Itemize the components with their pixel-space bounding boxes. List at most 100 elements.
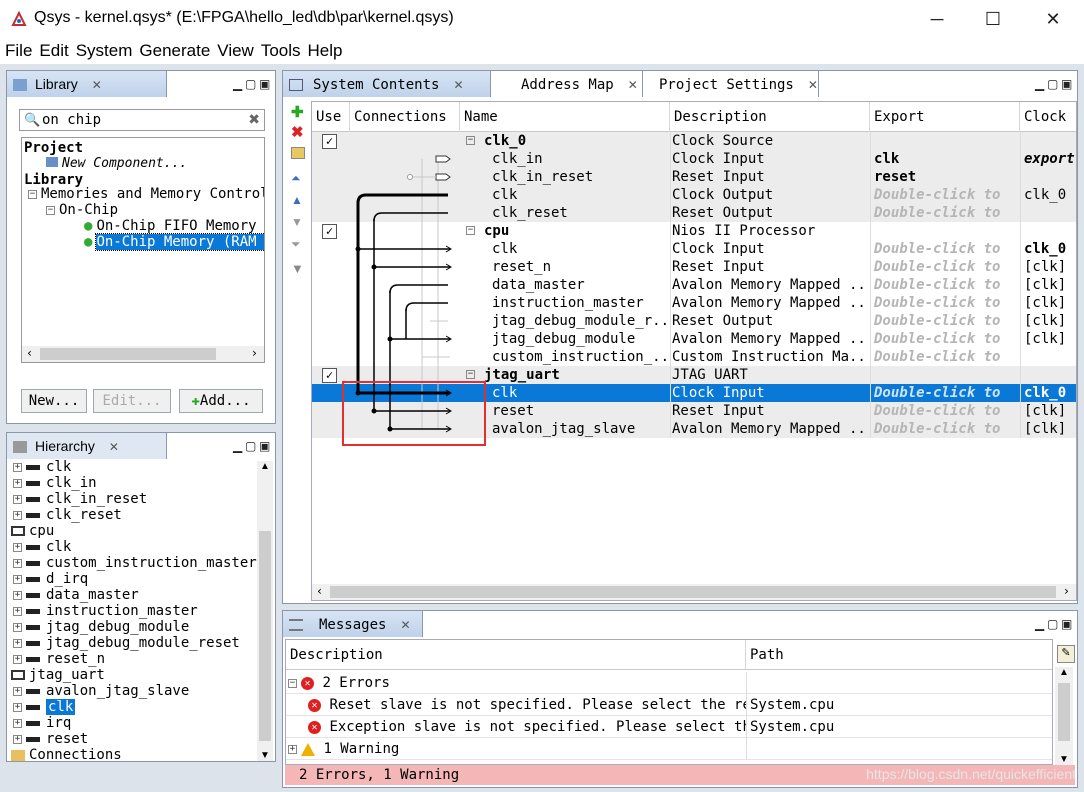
edit-icon[interactable] bbox=[291, 147, 305, 159]
tab-library[interactable]: Library ✕ bbox=[7, 71, 167, 97]
row-clock[interactable]: [clk] bbox=[1024, 402, 1076, 420]
scroll-thumb[interactable] bbox=[330, 586, 1056, 598]
tab-address-map[interactable]: Address Map ✕ bbox=[491, 71, 643, 97]
move-up-icon[interactable]: ▲ bbox=[291, 193, 303, 207]
collapse-icon[interactable]: − bbox=[288, 678, 297, 688]
tab-hierarchy[interactable]: Hierarchy ✕ bbox=[7, 433, 167, 459]
maximize-view-icon[interactable]: ▢ bbox=[1047, 617, 1058, 631]
hierarchy-item[interactable]: + jtag_debug_module_reset bbox=[13, 635, 240, 651]
row-export[interactable]: Double-click to bbox=[874, 312, 1018, 330]
hierarchy-item[interactable]: + clk bbox=[13, 699, 76, 715]
close-icon[interactable]: ✕ bbox=[808, 78, 818, 92]
message-row[interactable]: ✕ Reset slave is not specified. Please s… bbox=[286, 694, 1052, 716]
scroll-down-icon[interactable]: ▼ bbox=[1059, 754, 1069, 765]
row-export[interactable]: Double-click to bbox=[874, 402, 1018, 420]
message-row[interactable]: ✕ Exception slave is not specified. Plea… bbox=[286, 716, 1052, 738]
row-clock[interactable] bbox=[1024, 348, 1076, 366]
row-clock[interactable]: [clk] bbox=[1024, 330, 1076, 348]
scroll-thumb[interactable] bbox=[259, 531, 271, 741]
expand-icon[interactable]: + bbox=[13, 558, 22, 568]
expand-icon[interactable]: + bbox=[13, 462, 22, 472]
menu-file[interactable]: File bbox=[5, 38, 32, 64]
tree-node-onchip[interactable]: − On-Chip bbox=[46, 202, 118, 218]
maximize-view-icon[interactable]: ▢ bbox=[245, 439, 256, 453]
library-search-input[interactable] bbox=[42, 111, 242, 129]
row-clock[interactable]: [clk] bbox=[1024, 276, 1076, 294]
remove-icon[interactable]: ✖ bbox=[291, 123, 304, 141]
new-button[interactable]: New... bbox=[21, 389, 87, 413]
expand-icon[interactable]: + bbox=[13, 686, 22, 696]
menu-edit[interactable]: Edit bbox=[39, 38, 68, 64]
row-clock[interactable]: [clk] bbox=[1024, 258, 1076, 276]
collapse-icon[interactable]: − bbox=[46, 205, 55, 215]
menu-system[interactable]: System bbox=[76, 38, 133, 64]
expand-icon[interactable]: + bbox=[13, 574, 22, 584]
minimize-view-icon[interactable]: ▁ bbox=[233, 77, 242, 91]
col-name[interactable]: Name bbox=[460, 102, 670, 132]
hierarchy-item[interactable]: + d_irq bbox=[13, 571, 88, 587]
row-export[interactable]: Double-click to bbox=[874, 276, 1018, 294]
row-clock[interactable] bbox=[1024, 204, 1076, 222]
row-clock[interactable]: clk_0 bbox=[1024, 186, 1076, 204]
scroll-thumb[interactable] bbox=[40, 348, 216, 360]
row-export[interactable] bbox=[874, 366, 1018, 384]
collapse-icon[interactable]: − bbox=[466, 136, 475, 145]
scroll-up-icon[interactable]: ▲ bbox=[1059, 667, 1069, 678]
close-icon[interactable]: ✕ bbox=[453, 78, 463, 92]
tree-node-memories[interactable]: − Memories and Memory Controll bbox=[28, 186, 264, 202]
row-export[interactable] bbox=[874, 222, 1018, 240]
col-description[interactable]: Description bbox=[670, 102, 870, 132]
close-icon[interactable]: ✕ bbox=[109, 440, 119, 454]
hierarchy-item[interactable]: + clk bbox=[13, 539, 71, 555]
hierarchy-item[interactable]: + reset_n bbox=[13, 651, 105, 667]
hierarchy-item[interactable]: Connections bbox=[11, 747, 122, 761]
col-msg-path[interactable]: Path bbox=[746, 640, 1052, 670]
hierarchy-vscrollbar[interactable]: ▲ ▼ bbox=[257, 461, 273, 761]
maximize-view-icon[interactable]: ▢ bbox=[245, 77, 256, 91]
close-icon[interactable]: ✕ bbox=[92, 78, 102, 92]
edit-button[interactable]: Edit... bbox=[93, 389, 171, 413]
expand-icon[interactable]: + bbox=[13, 734, 22, 744]
col-use[interactable]: Use bbox=[312, 102, 350, 132]
collapse-icon[interactable]: − bbox=[28, 189, 37, 199]
row-export[interactable]: Double-click to bbox=[874, 294, 1018, 312]
library-hscrollbar[interactable]: ‹ › bbox=[22, 346, 264, 362]
col-connections[interactable]: Connections bbox=[350, 102, 460, 132]
use-checkbox[interactable]: ✓ bbox=[322, 368, 337, 383]
restore-view-icon[interactable]: ▣ bbox=[1061, 77, 1072, 91]
col-msg-description[interactable]: Description bbox=[286, 640, 746, 670]
row-export[interactable]: clk bbox=[874, 150, 1018, 168]
scroll-up-icon[interactable]: ▲ bbox=[260, 461, 270, 472]
hierarchy-item[interactable]: + clk_in bbox=[13, 475, 97, 491]
scroll-left-icon[interactable]: ‹ bbox=[26, 346, 33, 360]
expand-icon[interactable]: + bbox=[13, 478, 22, 488]
row-clock[interactable]: [clk] bbox=[1024, 294, 1076, 312]
expand-icon[interactable]: + bbox=[13, 590, 22, 600]
library-search[interactable]: 🔍 ✖ bbox=[19, 109, 265, 131]
minimize-view-icon[interactable]: ▁ bbox=[233, 439, 242, 453]
messages-filter-icon[interactable]: ✎ bbox=[1057, 645, 1075, 663]
menu-tools[interactable]: Tools bbox=[261, 38, 301, 64]
row-clock[interactable] bbox=[1024, 132, 1076, 150]
row-export[interactable]: Double-click to bbox=[874, 348, 1018, 366]
new-component-item[interactable]: New Component... bbox=[46, 156, 187, 172]
row-clock[interactable]: clk_0 bbox=[1024, 384, 1076, 402]
hierarchy-item[interactable]: + jtag_debug_module bbox=[13, 619, 189, 635]
row-export[interactable]: Double-click to bbox=[874, 258, 1018, 276]
restore-view-icon[interactable]: ▣ bbox=[259, 439, 270, 453]
row-export[interactable] bbox=[874, 132, 1018, 150]
expand-icon[interactable]: + bbox=[13, 702, 22, 712]
hierarchy-item[interactable]: + avalon_jtag_slave bbox=[13, 683, 189, 699]
minimize-button[interactable]: ─ bbox=[914, 6, 960, 32]
restore-view-icon[interactable]: ▣ bbox=[259, 77, 270, 91]
hierarchy-item[interactable]: + data_master bbox=[13, 587, 139, 603]
row-export[interactable]: Double-click to bbox=[874, 384, 1018, 402]
scroll-right-icon[interactable]: › bbox=[251, 346, 258, 360]
hierarchy-item[interactable]: + reset bbox=[13, 731, 88, 747]
hierarchy-item[interactable]: + instruction_master bbox=[13, 603, 198, 619]
add-icon[interactable]: ✚ bbox=[291, 103, 304, 121]
row-export[interactable]: reset bbox=[874, 168, 1018, 186]
row-clock[interactable] bbox=[1024, 222, 1076, 240]
tab-system-contents[interactable]: System Contents ✕ bbox=[283, 71, 491, 97]
row-clock[interactable]: [clk] bbox=[1024, 420, 1076, 438]
